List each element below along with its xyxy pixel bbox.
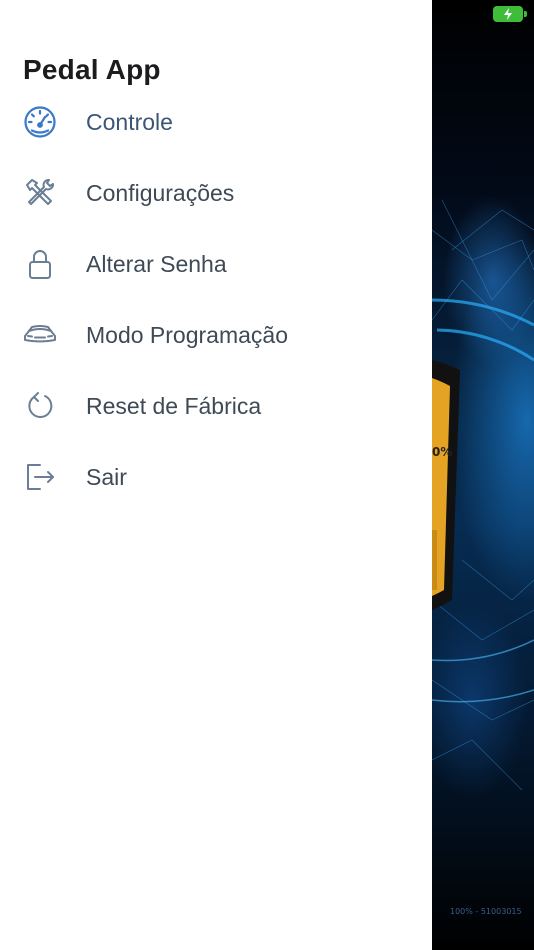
menu-item-label: Modo Programação	[86, 321, 288, 348]
menu-item-label: Controle	[86, 108, 173, 135]
logout-icon	[22, 459, 58, 495]
car-icon	[22, 317, 58, 353]
gauge-graphic	[432, 360, 460, 610]
speedometer-icon	[22, 104, 58, 140]
circuit-glow-graphic: 0%	[432, 199, 534, 791]
menu-item-configuracoes[interactable]: Configurações	[0, 165, 432, 221]
menu-item-label: Reset de Fábrica	[86, 392, 262, 419]
lock-icon	[22, 246, 58, 282]
gauge-readout: 0%	[432, 445, 452, 459]
footer-version-text: 100% - 51003015	[450, 907, 522, 916]
menu-item-sair[interactable]: Sair	[0, 449, 432, 505]
tools-icon	[22, 175, 58, 211]
menu-item-label: Alterar Senha	[86, 250, 227, 277]
menu-item-alterar-senha[interactable]: Alterar Senha	[0, 236, 432, 292]
navigation-drawer: Pedal App Controle Configurações Alterar…	[0, 0, 432, 950]
menu-item-modo-programacao[interactable]: Modo Programação	[0, 307, 432, 363]
menu-item-controle[interactable]: Controle	[0, 94, 432, 150]
menu-item-label: Configurações	[86, 179, 235, 206]
menu-item-reset-fabrica[interactable]: Reset de Fábrica	[0, 378, 432, 434]
main-screen-background: 0%	[432, 0, 534, 950]
battery-charging-icon	[493, 6, 527, 22]
menu-item-label: Sair	[86, 463, 127, 490]
reset-icon	[22, 388, 58, 424]
drawer-title: Pedal App	[23, 54, 161, 85]
